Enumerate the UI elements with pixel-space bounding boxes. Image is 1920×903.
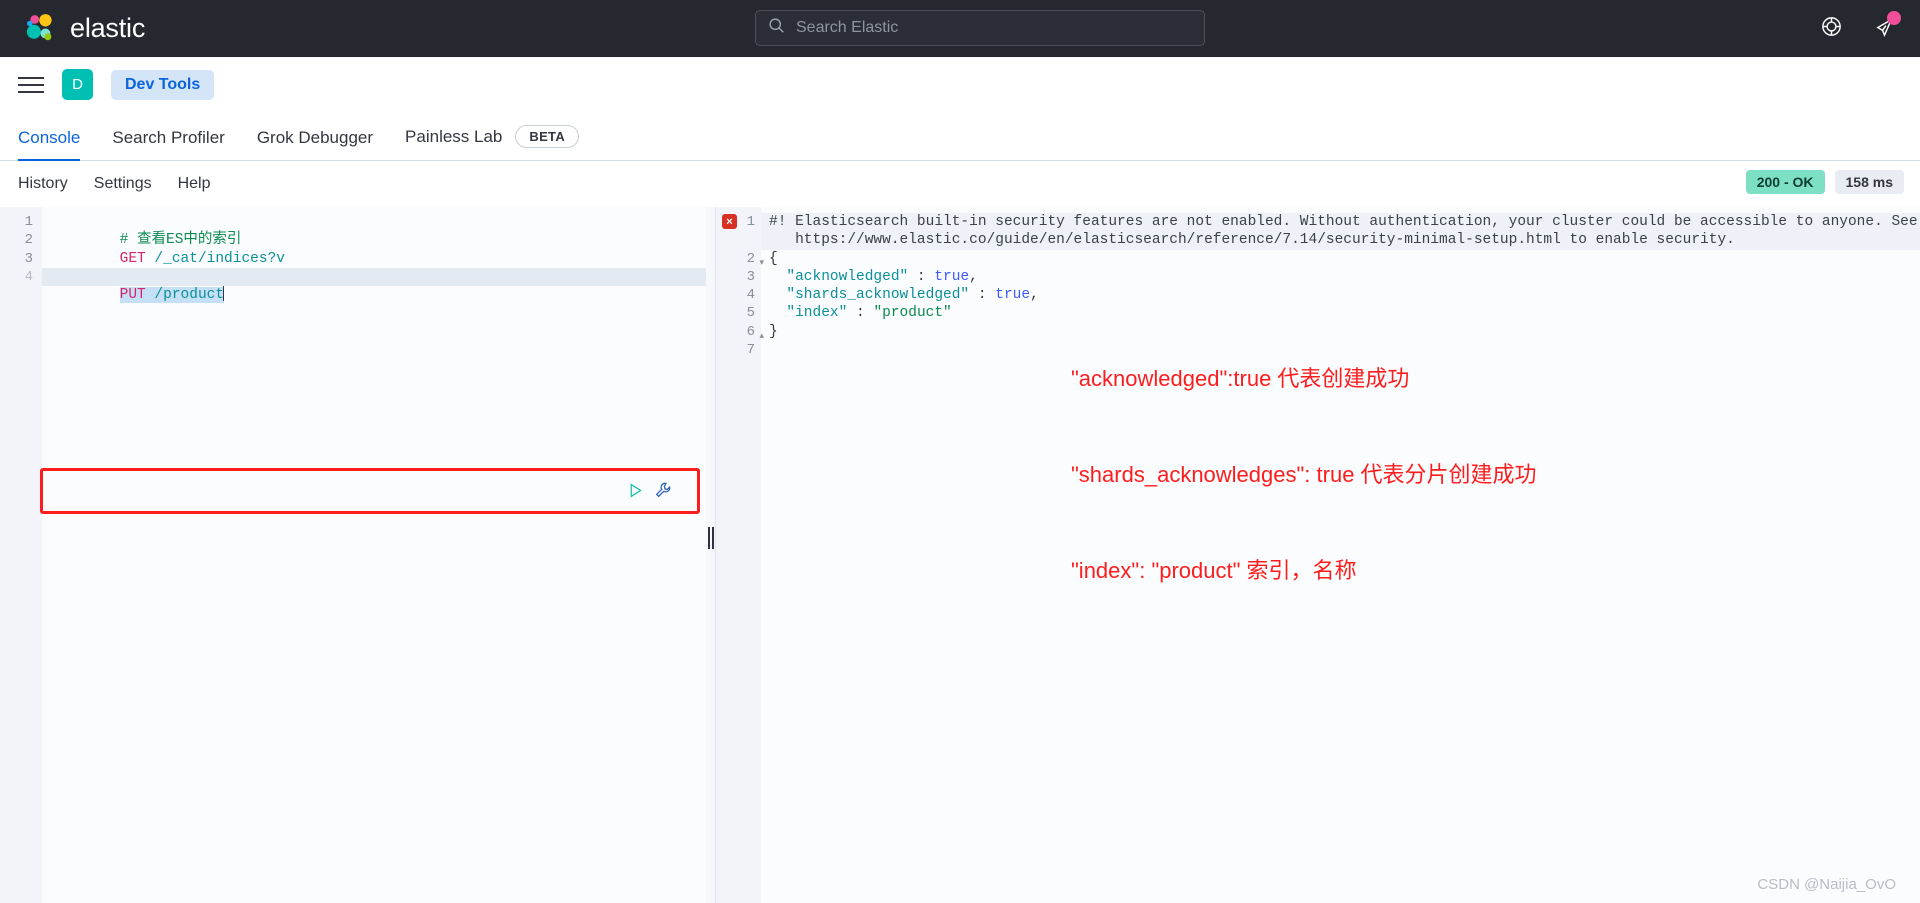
red-annotation-text: "acknowledged":true 代表创建成功 "shards_ackno… bbox=[1071, 299, 1537, 651]
console-toolbar: History Settings Help 200 - OK 158 ms bbox=[0, 161, 1920, 207]
response-line-number: 4 bbox=[746, 287, 755, 304]
elastic-logo-icon bbox=[24, 12, 57, 45]
editor-line-number: 3 bbox=[24, 250, 33, 267]
response-viewer[interactable]: × 1 2 ▾ 3 4 5 6 ▴ 7 #! Elasticsearch built… bbox=[716, 207, 1920, 903]
app-tabs: Console Search Profiler Grok Debugger Pa… bbox=[0, 113, 1920, 161]
breadcrumb: D Dev Tools bbox=[0, 57, 1920, 113]
tab-search-profiler[interactable]: Search Profiler bbox=[112, 128, 224, 160]
notification-badge bbox=[1887, 10, 1901, 25]
response-line-number: 3 bbox=[746, 268, 755, 285]
response-status-group: 200 - OK 158 ms bbox=[1745, 170, 1904, 194]
space-avatar[interactable]: D bbox=[62, 69, 93, 100]
tab-painless-lab-label: Painless Lab bbox=[405, 126, 503, 146]
response-line-number: 5 bbox=[746, 305, 755, 322]
response-line-number bbox=[716, 231, 761, 249]
editor-comment-token: # 查看ES中的索引 bbox=[119, 232, 242, 249]
annotation-line: "index": "product" 索引，名称 bbox=[1071, 558, 1357, 583]
pane-splitter[interactable] bbox=[706, 207, 716, 903]
resize-grip-icon bbox=[708, 527, 714, 549]
search-icon bbox=[768, 17, 785, 39]
editor-line: # 查看ES中的索引 bbox=[42, 213, 706, 248]
editor-code-area[interactable]: # 查看ES中的索引 GET /_cat/indices?v PUT /prod… bbox=[42, 207, 706, 903]
hamburger-menu-icon[interactable] bbox=[18, 74, 44, 96]
editor-line-number: 2 bbox=[24, 232, 33, 249]
watermark: CSDN @Naijia_OvO bbox=[1757, 876, 1896, 893]
help-circle-icon[interactable] bbox=[1820, 15, 1843, 43]
duration-badge: 158 ms bbox=[1834, 170, 1904, 194]
editor-line-active: PUT /product bbox=[42, 267, 706, 304]
editor-gutter: 1 2 3 4 bbox=[0, 207, 42, 903]
response-json-line: { bbox=[769, 250, 778, 267]
response-line-number: 7 bbox=[746, 342, 755, 359]
tab-search-profiler-label: Search Profiler bbox=[112, 128, 225, 147]
announcement-megaphone-icon[interactable] bbox=[1873, 10, 1901, 43]
editor-method-token: GET bbox=[119, 250, 146, 267]
response-json-line: "acknowledged" : true, bbox=[786, 268, 978, 285]
editor-method-token: PUT bbox=[119, 287, 146, 304]
tab-grok-debugger[interactable]: Grok Debugger bbox=[257, 128, 373, 160]
response-line-number: 2 ▾ bbox=[716, 250, 764, 268]
request-editor[interactable]: 1 2 3 4 # 查看ES中的索引 GET /_cat/indices?v P… bbox=[0, 207, 706, 903]
help-button[interactable]: Help bbox=[178, 175, 211, 193]
console-panes: 1 2 3 4 # 查看ES中的索引 GET /_cat/indices?v P… bbox=[0, 207, 1920, 903]
global-header: elastic Search Elastic bbox=[0, 0, 1920, 57]
breadcrumb-item-dev-tools[interactable]: Dev Tools bbox=[111, 69, 215, 100]
brand-area[interactable]: elastic bbox=[24, 12, 145, 45]
response-line-number: 1 bbox=[746, 214, 755, 230]
text-caret bbox=[223, 286, 225, 302]
brand-name: elastic bbox=[70, 13, 146, 43]
response-warning-line: #! Elasticsearch built-in security featu… bbox=[761, 213, 1920, 232]
response-line-number: 6 ▴ bbox=[716, 323, 764, 341]
tab-grok-debugger-label: Grok Debugger bbox=[256, 128, 374, 147]
editor-line-number: 4 bbox=[24, 268, 33, 285]
settings-button[interactable]: Settings bbox=[94, 175, 152, 193]
play-request-icon[interactable] bbox=[627, 482, 644, 504]
editor-url-token: /_cat/indices?v bbox=[145, 250, 285, 267]
tab-console-label: Console bbox=[18, 128, 81, 147]
status-badge: 200 - OK bbox=[1745, 170, 1825, 194]
wrench-actions-icon[interactable] bbox=[654, 481, 672, 504]
editor-url-token: /product bbox=[145, 287, 225, 304]
global-search-input[interactable]: Search Elastic bbox=[755, 10, 1205, 46]
header-actions bbox=[1820, 0, 1901, 57]
request-actions bbox=[627, 481, 672, 504]
response-gutter: × 1 2 ▾ 3 4 5 6 ▴ 7 bbox=[716, 207, 764, 903]
response-warning-line: https://www.elastic.co/guide/en/elastics… bbox=[761, 231, 1920, 250]
response-code-area: #! Elasticsearch built-in security featu… bbox=[761, 207, 1920, 903]
tab-console[interactable]: Console bbox=[18, 128, 81, 161]
history-button[interactable]: History bbox=[18, 175, 68, 193]
annotation-line: "acknowledged":true 代表创建成功 bbox=[1071, 366, 1410, 391]
annotation-line: "shards_acknowledges": true 代表分片创建成功 bbox=[1071, 462, 1537, 487]
tab-painless-lab[interactable]: Painless Lab BETA bbox=[405, 125, 580, 160]
search-placeholder: Search Elastic bbox=[796, 19, 899, 36]
beta-badge: BETA bbox=[515, 125, 580, 148]
editor-line-number: 1 bbox=[24, 214, 33, 230]
